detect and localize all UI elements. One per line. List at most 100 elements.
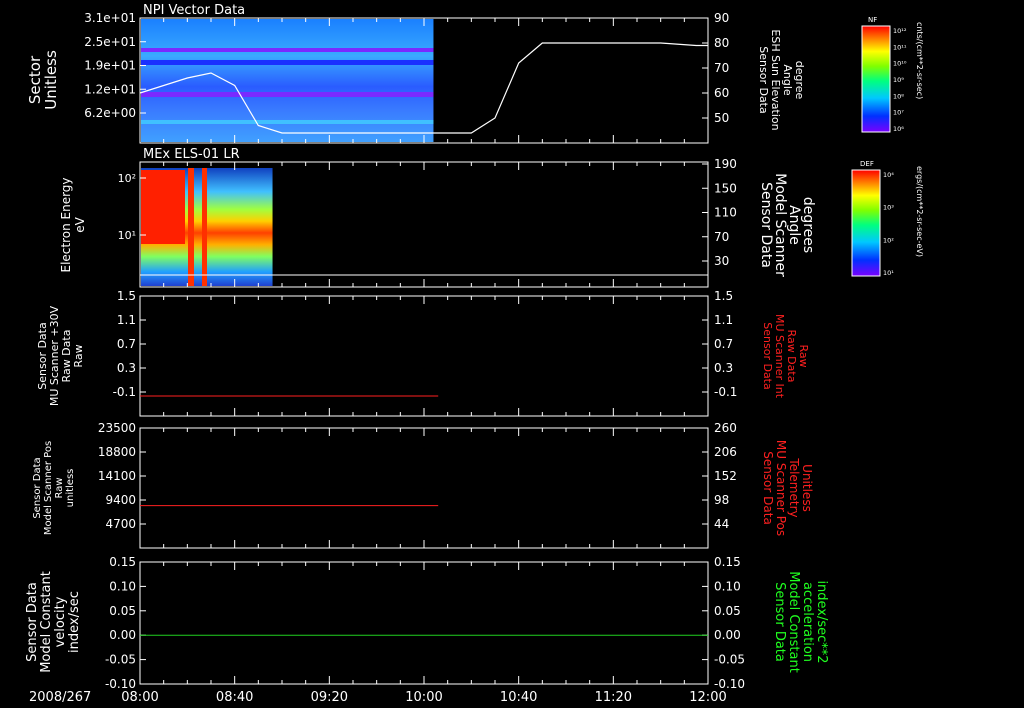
right-tick-label: 60 <box>714 86 729 100</box>
scanner-position-axes: 23500 18800 14100 9400 4700 260 206 152 98 44 <box>98 421 737 548</box>
time-tick-label: 08:00 <box>121 690 158 705</box>
scanner-position-left-label-1: Sensor Data <box>32 457 43 518</box>
scanner-voltage-right-label-4: Raw <box>797 344 810 367</box>
els-spectrogram-burst <box>141 170 185 244</box>
npi-colorbar: NF 10¹² 10¹¹ 10¹⁰ 10⁹ 10⁸ 10⁷ 10⁶ cnts/(cm**2-… <box>861 16 924 133</box>
left-tick-label: -0.10 <box>105 677 136 691</box>
els-right-label-4: degrees <box>800 197 816 253</box>
npi-colorbar-label: NF <box>868 16 877 24</box>
npi-colorbar-ticks: 10¹² 10¹¹ 10¹⁰ 10⁹ 10⁸ 10⁷ 10⁶ <box>893 27 907 133</box>
npi-left-label-2: Unitless <box>42 50 60 110</box>
colorbar-tick-label: 10⁹ <box>893 76 904 84</box>
npi-panel-title: NPI Vector Data <box>143 3 245 18</box>
els-spectrogram-spike <box>202 168 207 286</box>
left-tick-label: 1.5 <box>117 289 136 303</box>
model-constant-left-label-2: Model Constant <box>39 571 54 673</box>
right-tick-label: 0.05 <box>714 604 741 618</box>
scanner-position-left-label-3: Raw <box>54 477 65 498</box>
time-tick-label: 09:20 <box>311 690 348 705</box>
left-tick-label: 6.2e+00 <box>84 106 136 120</box>
left-tick-label: 9400 <box>105 493 136 507</box>
npi-right-label: Sensor Data ESH Sun Elevation Angle degr… <box>757 29 806 130</box>
scanner-voltage-left-label-4: Raw <box>72 344 85 367</box>
colorbar-tick-label: 10² <box>883 236 894 244</box>
els-left-label-2: eV <box>73 216 87 232</box>
npi-right-label-1: Sensor Data <box>757 46 770 113</box>
npi-spectrogram-band <box>141 48 434 52</box>
left-tick-label: 2.5e+01 <box>84 35 136 49</box>
els-spectrogram <box>141 168 273 286</box>
left-tick-label: 23500 <box>98 421 136 435</box>
right-tick-label: 0.3 <box>714 361 733 375</box>
npi-spectrogram-band <box>141 120 434 124</box>
npi-spectrogram-band <box>141 60 434 65</box>
els-colorbar-gradient <box>851 169 881 277</box>
scanner-position-right-label-2: MU Scanner Pos <box>774 440 788 536</box>
els-colorbar-units: ergs/(cm**2-sr-sec-eV) <box>915 166 924 257</box>
colorbar-tick-label: 10¹ <box>883 269 894 277</box>
model-constant-right-label-1: Sensor Data <box>772 582 787 662</box>
els-left-label: Electron Energy eV <box>59 177 87 272</box>
model-constant-right-label-4: index/sec**2 <box>814 580 829 663</box>
left-tick-label: 1.2e+01 <box>84 82 136 96</box>
scanner-position-right-label-4: Unitless <box>800 464 814 512</box>
left-tick-label: 1.9e+01 <box>84 59 136 73</box>
scanner-position-panel: 23500 18800 14100 9400 4700 260 206 152 98 44 Sen… <box>32 421 814 549</box>
right-tick-label: 44 <box>714 517 729 531</box>
left-tick-label: -0.05 <box>105 653 136 667</box>
npi-spectrogram <box>141 19 434 142</box>
scanner-voltage-frame <box>139 295 709 417</box>
scanner-position-left-label-2: Model Scanner Pos <box>43 441 54 535</box>
right-tick-label: 0.10 <box>714 579 741 593</box>
right-tick-label: 70 <box>714 230 729 244</box>
scanner-position-frame <box>139 427 709 549</box>
right-tick-label: 1.5 <box>714 289 733 303</box>
left-tick-label: 10² <box>118 172 136 185</box>
els-left-label-1: Electron Energy <box>59 177 73 272</box>
npi-right-label-4: degree <box>793 61 806 100</box>
els-right-label-3: Angle <box>786 205 802 245</box>
left-tick-label: -0.1 <box>113 385 136 399</box>
left-tick-label: 18800 <box>98 445 136 459</box>
model-constant-left-label-3: velocity <box>53 596 68 647</box>
els-colorbar-ticks: 10⁴ 10³ 10² 10¹ <box>883 171 894 277</box>
time-tick-label: 11:20 <box>595 690 632 705</box>
right-tick-label: 152 <box>714 469 737 483</box>
scanner-position-left-label-4: unitless <box>65 469 76 508</box>
chart-canvas: NPI Vector Data 3.1e+01 2.5e+01 1.9e+01 1.2… <box>25 3 924 705</box>
time-tick-label: 10:00 <box>405 690 442 705</box>
els-right-label-2: Model Scanner <box>772 173 788 277</box>
scanner-position-left-label: Sensor Data Model Scanner Pos Raw unitle… <box>32 441 76 535</box>
left-tick-label: 1.1 <box>117 313 136 327</box>
right-tick-label: 50 <box>714 111 729 125</box>
scanner-position-right-label-1: Sensor Data <box>761 451 775 525</box>
left-tick-label: 14100 <box>98 469 136 483</box>
left-tick-label: 0.00 <box>109 628 136 642</box>
right-tick-label: 30 <box>714 254 729 268</box>
left-tick-label: 0.10 <box>109 579 136 593</box>
els-panel: MEx ELS-01 LR 10² 10¹ 190 150 110 70 30 Electr… <box>59 147 816 288</box>
right-tick-label: 70 <box>714 61 729 75</box>
right-tick-label: -0.1 <box>714 385 737 399</box>
left-tick-label: 0.05 <box>109 604 136 618</box>
scanner-voltage-axes: 1.5 1.1 0.7 0.3 -0.1 1.5 1.1 0.7 0.3 -0.1 <box>113 289 737 416</box>
colorbar-tick-label: 10⁴ <box>883 171 894 179</box>
els-colorbar-label: DEF <box>860 160 874 168</box>
colorbar-tick-label: 10¹² <box>893 27 907 35</box>
colorbar-tick-label: 10⁶ <box>893 125 904 133</box>
els-colorbar: DEF 10⁴ 10³ 10² 10¹ ergs/(cm**2-sr-sec-eV) <box>851 160 924 277</box>
right-tick-label: 1.1 <box>714 313 733 327</box>
colorbar-tick-label: 10¹⁰ <box>893 60 907 68</box>
left-tick-label: 10¹ <box>118 229 136 242</box>
scanner-voltage-right-label-3: Raw Data <box>785 330 798 383</box>
left-tick-label: 0.15 <box>109 555 136 569</box>
npi-left-label: Sector Unitless <box>26 50 60 110</box>
right-tick-label: 260 <box>714 421 737 435</box>
right-tick-label: 150 <box>714 181 737 195</box>
plot-window: NPI Vector Data 3.1e+01 2.5e+01 1.9e+01 1.2… <box>0 0 1024 708</box>
els-right-label-1: Sensor Data <box>758 182 774 268</box>
scanner-voltage-right-label-1: Sensor Data <box>761 322 774 389</box>
colorbar-tick-label: 10¹¹ <box>893 43 907 51</box>
left-tick-label: 0.3 <box>117 361 136 375</box>
time-tick-label: 10:40 <box>500 690 537 705</box>
